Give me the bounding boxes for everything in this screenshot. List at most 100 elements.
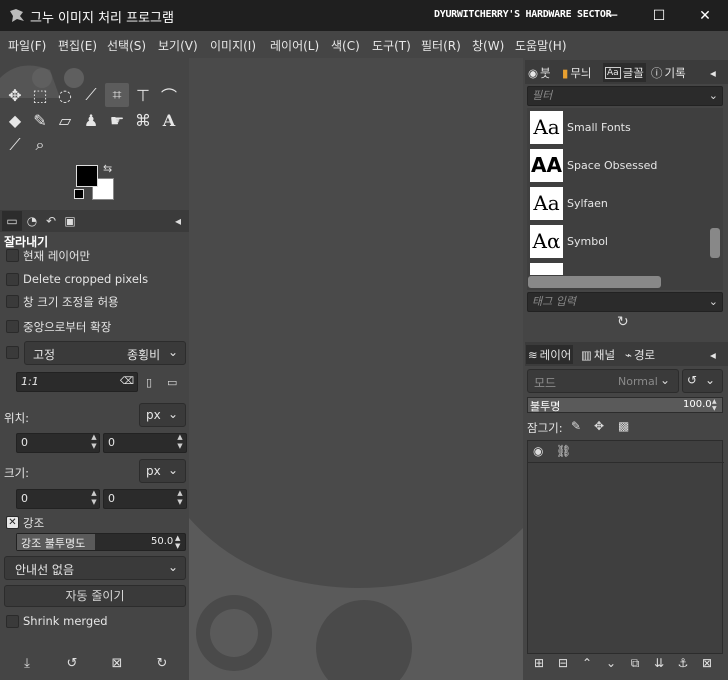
warp-transform-tool-icon[interactable]: ⌒ [157, 83, 181, 107]
zoom-tool-icon[interactable]: ⌕ [28, 133, 52, 157]
device-status-tab-icon[interactable]: ◔ [22, 211, 42, 231]
tab-history[interactable]: ⓘ 기록 [649, 63, 688, 82]
menu-tools[interactable]: 도구(T) [372, 37, 411, 54]
tab-brushes[interactable]: ◉ 붓 [526, 63, 553, 82]
rect-select-tool-icon[interactable]: ⬚ [28, 83, 52, 107]
ratio-input[interactable]: 1:1 ⌫ [16, 372, 138, 392]
portrait-icon[interactable]: ▯ [146, 376, 152, 389]
position-unit-dropdown[interactable]: px ⌄ [139, 403, 186, 427]
layers-list[interactable]: ◉ ⛓ [527, 440, 724, 654]
menu-colors[interactable]: 색(C) [331, 37, 360, 54]
opacity-slider[interactable]: 불투명 100.0 ▲ ▼ [527, 397, 723, 413]
crop-tool-icon[interactable]: ⌗ [105, 83, 129, 107]
size-h-spinner-icon[interactable]: ▲ ▼ [174, 489, 186, 509]
list-item[interactable]: Aa Sylfaen [530, 187, 710, 223]
delete-cropped-checkbox[interactable] [6, 273, 19, 286]
lock-label: 잠그기: [527, 421, 563, 435]
foreground-color-swatch[interactable] [76, 165, 98, 187]
delete-layer-icon[interactable]: ⊠ [698, 656, 716, 674]
restore-preset-icon[interactable]: ↺ [62, 656, 82, 674]
text-tool-icon[interactable]: A [157, 108, 181, 132]
save-preset-icon[interactable]: ⤓ [17, 656, 37, 674]
duplicate-layer-icon[interactable]: ⧉ [626, 656, 644, 674]
menu-filters[interactable]: 필터(R) [421, 37, 461, 54]
reset-icon[interactable]: ↻ [152, 656, 172, 674]
position-x-spinner-icon[interactable]: ▲ ▼ [88, 433, 100, 453]
expand-center-checkbox[interactable] [6, 320, 19, 333]
new-layer-icon[interactable]: ⊞ [530, 656, 548, 674]
menu-windows[interactable]: 창(W) [472, 37, 504, 54]
paths-tool-icon[interactable]: ⌘ [131, 108, 155, 132]
tab-layers[interactable]: ≋ 레이어 [526, 345, 574, 364]
list-item[interactable]: AA Space Obsessed [530, 149, 710, 185]
lower-layer-icon[interactable]: ⌄ [602, 656, 620, 674]
move-tool-icon[interactable]: ✥ [3, 83, 27, 107]
maximize-button[interactable]: ☐ [636, 0, 682, 31]
smudge-tool-icon[interactable]: ☛ [105, 108, 129, 132]
menu-file[interactable]: 파일(F) [8, 37, 46, 54]
undo-history-tab-icon[interactable]: ↶ [41, 211, 61, 231]
fuzzy-select-tool-icon[interactable]: ⟋ [79, 83, 103, 107]
menu-edit[interactable]: 편집(E) [58, 37, 97, 54]
landscape-icon[interactable]: ▭ [167, 376, 177, 389]
tag-input[interactable]: 태그 입력 ⌄ [527, 292, 723, 312]
color-picker-tool-icon[interactable]: ⟋ [3, 133, 27, 157]
highlight-opacity-slider[interactable]: 강조 불투명도 50.0 ▲ ▼ [16, 533, 186, 551]
size-w-spinner-icon[interactable]: ▲ ▼ [88, 489, 100, 509]
menu-view[interactable]: 보기(V) [158, 37, 198, 54]
unified-transform-tool-icon[interactable]: ⊤ [131, 83, 155, 107]
clear-icon[interactable]: ⌫ [120, 373, 134, 391]
mode-dropdown[interactable]: 모드 Normal ⌄ [527, 369, 679, 393]
font-list-hscrollbar[interactable] [528, 276, 661, 288]
eraser-tool-icon[interactable]: ▱ [53, 108, 77, 132]
anchor-layer-icon[interactable]: ⚓ [674, 656, 692, 674]
menu-image[interactable]: 이미지(I) [210, 37, 256, 54]
reset-colors-icon[interactable] [74, 189, 84, 199]
position-y-spinner-icon[interactable]: ▲ ▼ [174, 433, 186, 453]
tab-channels[interactable]: ▥ 채널 [579, 345, 617, 364]
close-button[interactable]: ✕ [682, 0, 728, 31]
panel-menu-icon[interactable]: ◂ [708, 63, 718, 82]
minimize-button[interactable]: ─ [590, 0, 636, 31]
new-layer-group-icon[interactable]: ⊟ [554, 656, 572, 674]
bucket-fill-tool-icon[interactable]: ◆ [3, 108, 27, 132]
tab-paths[interactable]: ⌁ 경로 [623, 345, 657, 364]
fixed-dropdown[interactable]: 고정 종횡비 ⌄ [24, 341, 186, 365]
spinner-icon[interactable]: ▲ ▼ [712, 398, 717, 412]
tool-options-tab-icon[interactable]: ▭ [2, 211, 22, 231]
guides-dropdown[interactable]: 안내선 없음 ⌄ [4, 556, 186, 580]
menu-select[interactable]: 선택(S) [107, 37, 146, 54]
menu-layer[interactable]: 레이어(L) [270, 37, 319, 54]
highlight-checkbox[interactable]: ✕ [6, 516, 19, 529]
merge-down-icon[interactable]: ⇊ [650, 656, 668, 674]
auto-shrink-button[interactable]: 자동 줄이기 [4, 585, 186, 607]
size-unit-dropdown[interactable]: px ⌄ [139, 459, 186, 483]
swap-colors-icon[interactable]: ⇆ [103, 162, 112, 175]
raise-layer-icon[interactable]: ⌃ [578, 656, 596, 674]
paintbrush-tool-icon[interactable]: ✎ [28, 108, 52, 132]
images-tab-icon[interactable]: ▣ [60, 211, 80, 231]
list-item[interactable]: Aα Symbol [530, 225, 710, 261]
lock-pixels-icon[interactable]: ✎ [571, 419, 581, 433]
font-filter-input[interactable]: 필터 ⌄ [527, 86, 723, 106]
lock-position-icon[interactable]: ✥ [594, 419, 604, 433]
refresh-fonts-icon[interactable]: ↻ [617, 314, 629, 330]
shrink-merged-checkbox[interactable] [6, 615, 19, 628]
delete-preset-icon[interactable]: ⊠ [107, 656, 127, 674]
clone-tool-icon[interactable]: ♟ [79, 108, 103, 132]
lasso-tool-icon[interactable]: ◌ [53, 83, 77, 107]
composite-mode-dropdown[interactable]: ↺ ⌄ [682, 369, 723, 393]
panel-menu-icon[interactable]: ◂ [168, 211, 188, 231]
lock-alpha-icon[interactable]: ▩ [618, 419, 629, 433]
spinner-icon[interactable]: ▲ ▼ [175, 534, 180, 550]
current-layer-only-checkbox[interactable] [6, 249, 19, 262]
list-item[interactable]: Aa Small Fonts [530, 111, 710, 147]
allow-growing-checkbox[interactable] [6, 295, 19, 308]
panel-menu-icon[interactable]: ◂ [708, 345, 718, 364]
tab-patterns[interactable]: ▮ 무늬 [560, 63, 594, 82]
fixed-checkbox[interactable] [6, 346, 19, 359]
menu-help[interactable]: 도움말(H) [515, 37, 567, 54]
font-list-scrollbar[interactable] [710, 228, 720, 258]
image-canvas[interactable] [189, 58, 523, 680]
tab-fonts[interactable]: Aa 글꼴 [603, 63, 646, 82]
